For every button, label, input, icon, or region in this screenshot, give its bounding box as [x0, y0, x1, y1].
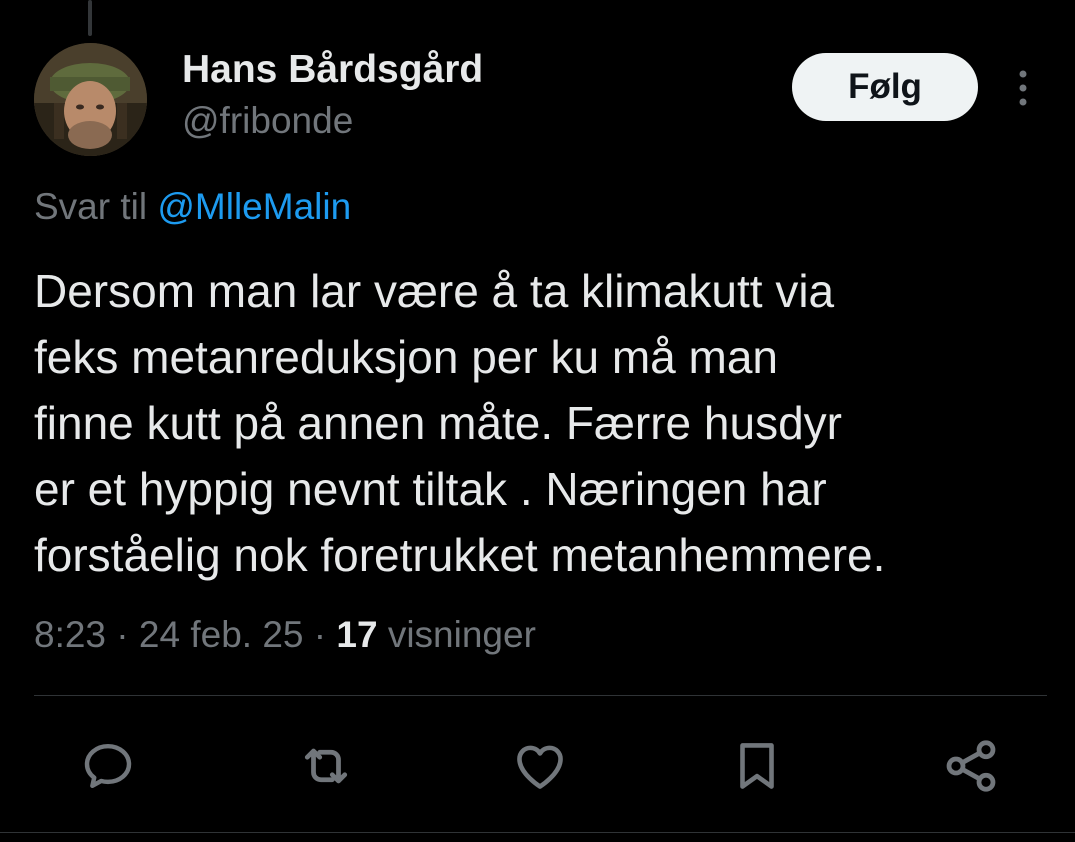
meta-separator: ·: [303, 614, 337, 655]
tweet-text-line: forståelig nok foretrukket metanhemmere.: [34, 529, 886, 581]
tweet-date[interactable]: 24 feb. 25: [139, 614, 304, 655]
tweet-text-line: finne kutt på annen måte. Færre husdyr: [34, 397, 842, 449]
views-count: 17: [336, 614, 378, 655]
like-button[interactable]: [510, 736, 570, 796]
more-vertical-icon: [1019, 70, 1027, 106]
reply-icon: [84, 743, 132, 789]
tweet-time[interactable]: 8:23: [34, 614, 106, 655]
author-handle[interactable]: @fribonde: [182, 100, 353, 142]
retweet-icon: [304, 748, 348, 784]
author-display-name[interactable]: Hans Bårdsgård: [182, 48, 483, 92]
reply-button[interactable]: [78, 736, 138, 796]
avatar-image: [34, 43, 147, 156]
like-icon: [517, 745, 563, 789]
bookmark-button[interactable]: [727, 736, 787, 796]
avatar[interactable]: [34, 43, 147, 156]
tweet-text-line: Dersom man lar være å ta klimakutt via: [34, 265, 835, 317]
more-options-button[interactable]: [1008, 66, 1038, 110]
reply-mention-link[interactable]: @MlleMalin: [157, 186, 351, 227]
share-icon: [946, 740, 996, 792]
bottom-divider: [0, 832, 1075, 833]
bookmark-icon: [740, 743, 774, 789]
thread-connector-line: [88, 0, 92, 36]
follow-button[interactable]: Følg: [792, 53, 978, 121]
divider: [34, 695, 1047, 696]
tweet-text: Dersom man lar være å ta klimakutt via f…: [34, 258, 1044, 588]
tweet-text-line: er et hyppig nevnt tiltak . Næringen har: [34, 463, 827, 515]
share-button[interactable]: [941, 736, 1001, 796]
retweet-button[interactable]: [296, 736, 356, 796]
views-label: visninger: [387, 614, 536, 655]
reply-context: Svar til @MlleMalin: [34, 186, 351, 228]
reply-context-prefix: Svar til: [34, 186, 158, 227]
tweet-text-line: feks metanreduksjon per ku må man: [34, 331, 779, 383]
meta-separator: ·: [106, 614, 139, 655]
tweet-meta: 8:23 · 24 feb. 25 · 17 visninger: [34, 614, 536, 656]
